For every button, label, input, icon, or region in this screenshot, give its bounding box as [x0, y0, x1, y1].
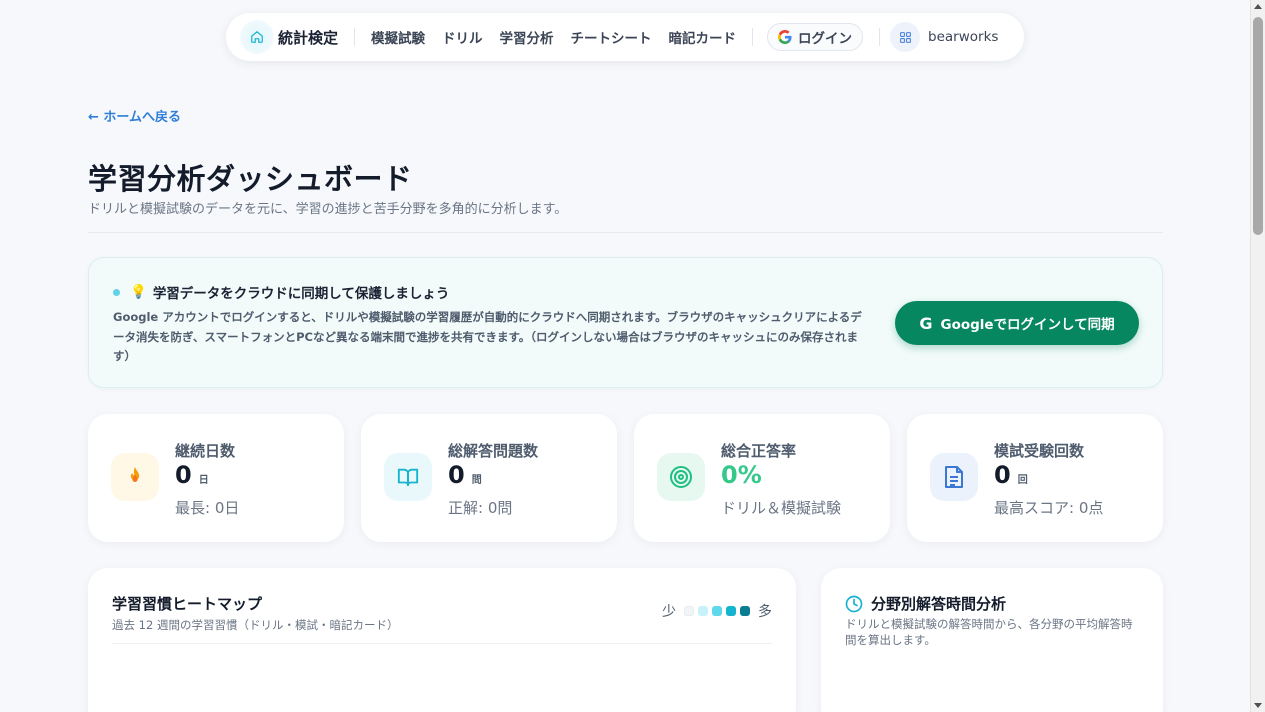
nav-link-mock-exam[interactable]: 模擬試験 — [371, 27, 425, 47]
stat-label: 総合正答率 — [721, 442, 797, 460]
stat-unit: 問 — [471, 475, 482, 486]
nav-divider — [752, 28, 754, 46]
clock-icon — [845, 595, 863, 612]
heatmap-title: 学習習慣ヒートマップ — [112, 595, 263, 613]
stat-value: 0 — [175, 461, 192, 489]
heatmap-legend: 少 多 — [662, 601, 772, 621]
google-sync-button[interactable]: G Googleでログインして同期 — [895, 301, 1139, 345]
stat-value: 0% — [721, 461, 762, 489]
nav-link-drill[interactable]: ドリル — [442, 27, 483, 47]
stat-value: 0 — [994, 461, 1011, 489]
status-dot — [113, 288, 120, 296]
heatmap-subtitle: 過去 12 週間の学習習慣（ドリル・模試・暗記カード） — [112, 618, 399, 632]
stat-sub: ドリル＆模擬試験 — [721, 499, 842, 517]
stat-label: 総解答問題数 — [448, 442, 539, 460]
fire-icon — [111, 453, 159, 501]
stat-sub: 最高スコア: 0点 — [994, 499, 1104, 517]
stat-sub: 正解: 0問 — [448, 499, 513, 517]
sync-title-text: 学習データをクラウドに同期して保護しましょう — [152, 286, 450, 302]
page-title: 学習分析ダッシュボード — [88, 162, 413, 196]
scroll-thumb[interactable] — [1253, 17, 1263, 235]
legend-high-label: 多 — [758, 604, 772, 620]
stat-unit: 日 — [198, 475, 209, 486]
nav-divider — [354, 28, 356, 46]
header-divider — [88, 232, 1163, 233]
nav-divider — [879, 28, 881, 46]
stat-card-total-answered: 総解答問題数 0問 正解: 0問 — [361, 414, 617, 542]
stat-label: 模試受験回数 — [994, 442, 1085, 460]
google-g-icon: G — [919, 313, 933, 333]
target-icon — [657, 453, 705, 501]
legend-swatch — [740, 606, 750, 616]
scroll-up-arrow-icon[interactable] — [1254, 4, 1262, 9]
legend-low-label: 少 — [662, 604, 676, 620]
stat-card-mock-count: 模試受験回数 0回 最高スコア: 0点 — [907, 414, 1163, 542]
stat-card-streak: 継続日数 0日 最長: 0日 — [88, 414, 344, 542]
legend-swatch — [684, 606, 694, 616]
time-analysis-title: 分野別解答時間分析 — [845, 593, 1006, 614]
lightbulb-icon: 💡 — [130, 284, 147, 300]
stat-value: 0 — [448, 461, 465, 489]
user-menu[interactable]: bearworks — [890, 22, 998, 52]
time-analysis-subtitle: ドリルと模擬試験の解答時間から、各分野の平均解答時間を算出します。 — [845, 617, 1133, 647]
brand-name[interactable]: 統計検定 — [278, 27, 338, 48]
stat-label: 継続日数 — [175, 442, 236, 460]
google-icon — [778, 30, 792, 44]
login-label: ログイン — [798, 31, 853, 47]
sync-button-label: Googleでログインして同期 — [940, 317, 1115, 333]
time-analysis-title-text: 分野別解答時間分析 — [871, 595, 1007, 613]
top-navigation: 統計検定 模擬試験 ドリル 学習分析 チートシート 暗記カード ログイン bea… — [226, 13, 1024, 61]
nav-link-cheatsheet[interactable]: チートシート — [571, 27, 652, 47]
legend-swatch — [726, 606, 736, 616]
page-scrollbar[interactable] — [1250, 0, 1265, 712]
book-icon — [384, 453, 432, 501]
stat-card-accuracy: 総合正答率 0% ドリル＆模擬試験 — [634, 414, 890, 542]
back-home-link[interactable]: ← ホームへ戻る — [88, 106, 181, 125]
stat-sub: 最長: 0日 — [175, 499, 240, 517]
scroll-down-arrow-icon[interactable] — [1254, 703, 1262, 708]
document-icon — [930, 453, 978, 501]
sync-title: 💡 学習データをクラウドに同期して保護しましょう — [113, 282, 449, 302]
heatmap-divider — [112, 643, 772, 644]
nav-link-analysis[interactable]: 学習分析 — [500, 27, 554, 47]
time-analysis-card: 分野別解答時間分析 ドリルと模擬試験の解答時間から、各分野の平均解答時間を算出し… — [821, 568, 1163, 712]
apps-grid-icon — [890, 22, 921, 52]
sync-description: Google アカウントでログインすると、ドリルや模擬試験の学習履歴が自動的にク… — [113, 310, 862, 363]
login-button[interactable]: ログイン — [767, 23, 864, 51]
legend-swatch — [698, 606, 708, 616]
home-icon[interactable] — [240, 20, 274, 54]
stat-unit: 回 — [1017, 475, 1028, 486]
legend-swatch — [712, 606, 722, 616]
page-subtitle: ドリルと模擬試験のデータを元に、学習の進捗と苦手分野を多角的に分析します。 — [88, 202, 568, 217]
heatmap-card: 学習習慣ヒートマップ 過去 12 週間の学習習慣（ドリル・模試・暗記カード） 少… — [88, 568, 796, 712]
nav-link-flashcards[interactable]: 暗記カード — [669, 27, 737, 47]
cloud-sync-banner: 💡 学習データをクラウドに同期して保護しましょう Google アカウントでログ… — [88, 257, 1163, 388]
username: bearworks — [928, 29, 999, 45]
